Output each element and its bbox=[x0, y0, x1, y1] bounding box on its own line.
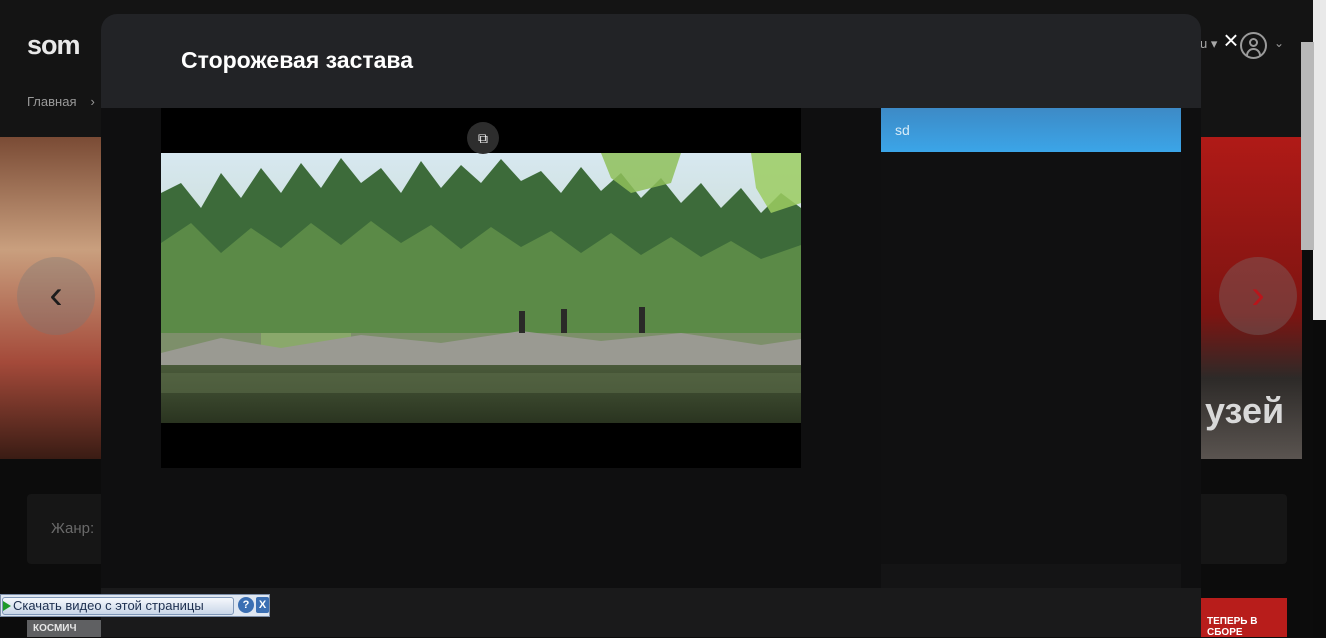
chevron-right-icon: › bbox=[1251, 273, 1265, 317]
modal-header: Сторожевая застава bbox=[101, 14, 1201, 108]
quality-option-sd[interactable]: sd bbox=[881, 108, 1181, 152]
video-frame[interactable] bbox=[161, 153, 801, 423]
carousel-prev-button[interactable]: ‹ bbox=[17, 257, 95, 335]
toolbar-close-button[interactable]: X bbox=[256, 597, 269, 613]
genre-label: Жанр: bbox=[51, 520, 95, 537]
quality-panel: sd bbox=[881, 108, 1181, 588]
quality-panel-footer bbox=[881, 564, 1181, 588]
user-icon[interactable] bbox=[1240, 32, 1267, 59]
download-video-button[interactable]: Скачать видео с этой страницы bbox=[2, 597, 234, 615]
download-toolbar: Скачать видео с этой страницы ? X bbox=[0, 594, 270, 617]
download-video-label: Скачать видео с этой страницы bbox=[13, 598, 204, 613]
banner-poster-right-title: узей bbox=[1205, 390, 1285, 431]
breadcrumb-home[interactable]: Главная bbox=[27, 94, 76, 109]
play-icon bbox=[3, 601, 11, 611]
modal-title: Сторожевая застава bbox=[181, 47, 414, 73]
carousel-next-button[interactable]: › bbox=[1219, 257, 1297, 335]
close-icon[interactable]: × bbox=[1219, 27, 1243, 53]
scrollbar-thumb-inner[interactable] bbox=[1301, 42, 1314, 250]
chevron-left-icon: ‹ bbox=[49, 273, 63, 317]
poster-thumbnail-right[interactable]: ТЕПЕРЬ В СБОРЕ bbox=[1201, 598, 1287, 638]
help-button[interactable]: ? bbox=[238, 597, 254, 613]
video-player[interactable]: ⧉ bbox=[161, 108, 801, 468]
chevron-down-icon[interactable]: ⌄ bbox=[1274, 36, 1284, 50]
breadcrumb: Главная › bbox=[27, 94, 95, 109]
breadcrumb-separator: › bbox=[90, 94, 95, 109]
poster-thumbnail-left[interactable]: КОСМИЧ bbox=[27, 620, 101, 637]
language-selector[interactable]: u ▾ bbox=[1200, 36, 1217, 52]
site-logo[interactable]: som bbox=[27, 30, 81, 61]
video-scene-image bbox=[161, 153, 801, 423]
scrollbar-thumb[interactable] bbox=[1313, 0, 1326, 320]
video-modal: Сторожевая застава ⧉ sd bbox=[101, 14, 1201, 637]
picture-in-picture-icon[interactable]: ⧉ bbox=[467, 122, 499, 154]
